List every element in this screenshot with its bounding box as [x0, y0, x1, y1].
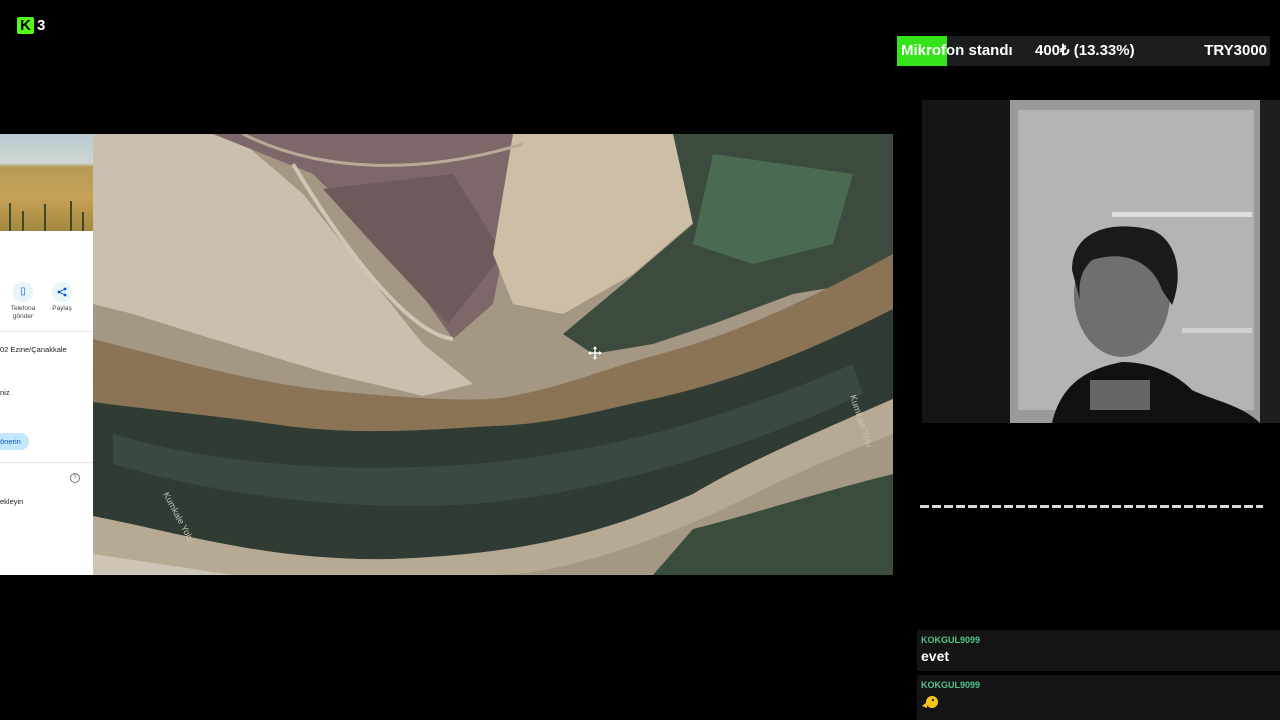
goal-progress-text: 400₺ (13.33%) [1035, 42, 1135, 59]
chat-message: KOKGUL9099 evet [917, 630, 1280, 671]
logo-number: 3 [37, 17, 46, 34]
donation-goal-bar: Mikrofon standı 400₺ (13.33%) TRY3000 [897, 36, 1270, 66]
share-button[interactable]: Paylaş [44, 282, 80, 313]
place-address[interactable]: 02 Ezine/Çanakkale [0, 345, 67, 354]
chat-username[interactable]: KOKGUL9099 [921, 635, 980, 645]
phone-icon: ▯ [13, 282, 33, 302]
emote-icon [921, 695, 939, 714]
share-label: Paylaş [52, 305, 72, 312]
send-to-phone-label-1: Telefona [10, 305, 36, 312]
kick-logo: K 3 [17, 17, 45, 34]
webcam-feed [922, 100, 1280, 423]
maps-side-panel: ▯ Telefona gönder Paylaş 02 Ezine/Çanakk… [0, 134, 93, 575]
panel-text-ekleyin: ekleyin [0, 497, 24, 506]
satellite-map[interactable]: Kumkale Yolu Kumkale Yolu [93, 134, 893, 575]
help-icon[interactable]: ? [70, 473, 80, 483]
send-to-phone-label-2: gönder [12, 313, 34, 320]
screen-capture-maps: ▯ Telefona gönder Paylaş 02 Ezine/Çanakk… [0, 134, 893, 575]
send-to-phone-button[interactable]: ▯ Telefona gönder [5, 282, 41, 321]
chat-message: KOKGUL9099 [917, 675, 1280, 720]
chat-username[interactable]: KOKGUL9099 [921, 680, 980, 690]
panel-text-niz: niz [0, 388, 10, 397]
chat-text: evet [921, 648, 950, 664]
share-icon [52, 282, 72, 302]
suggest-edit-button[interactable]: önerin [0, 433, 29, 450]
divider-dashes [920, 505, 1263, 508]
goal-title: Mikrofon standı [901, 42, 1013, 59]
goal-target: TRY3000 [1204, 42, 1267, 59]
kick-k-icon: K [17, 17, 34, 34]
place-photo[interactable] [0, 134, 93, 231]
